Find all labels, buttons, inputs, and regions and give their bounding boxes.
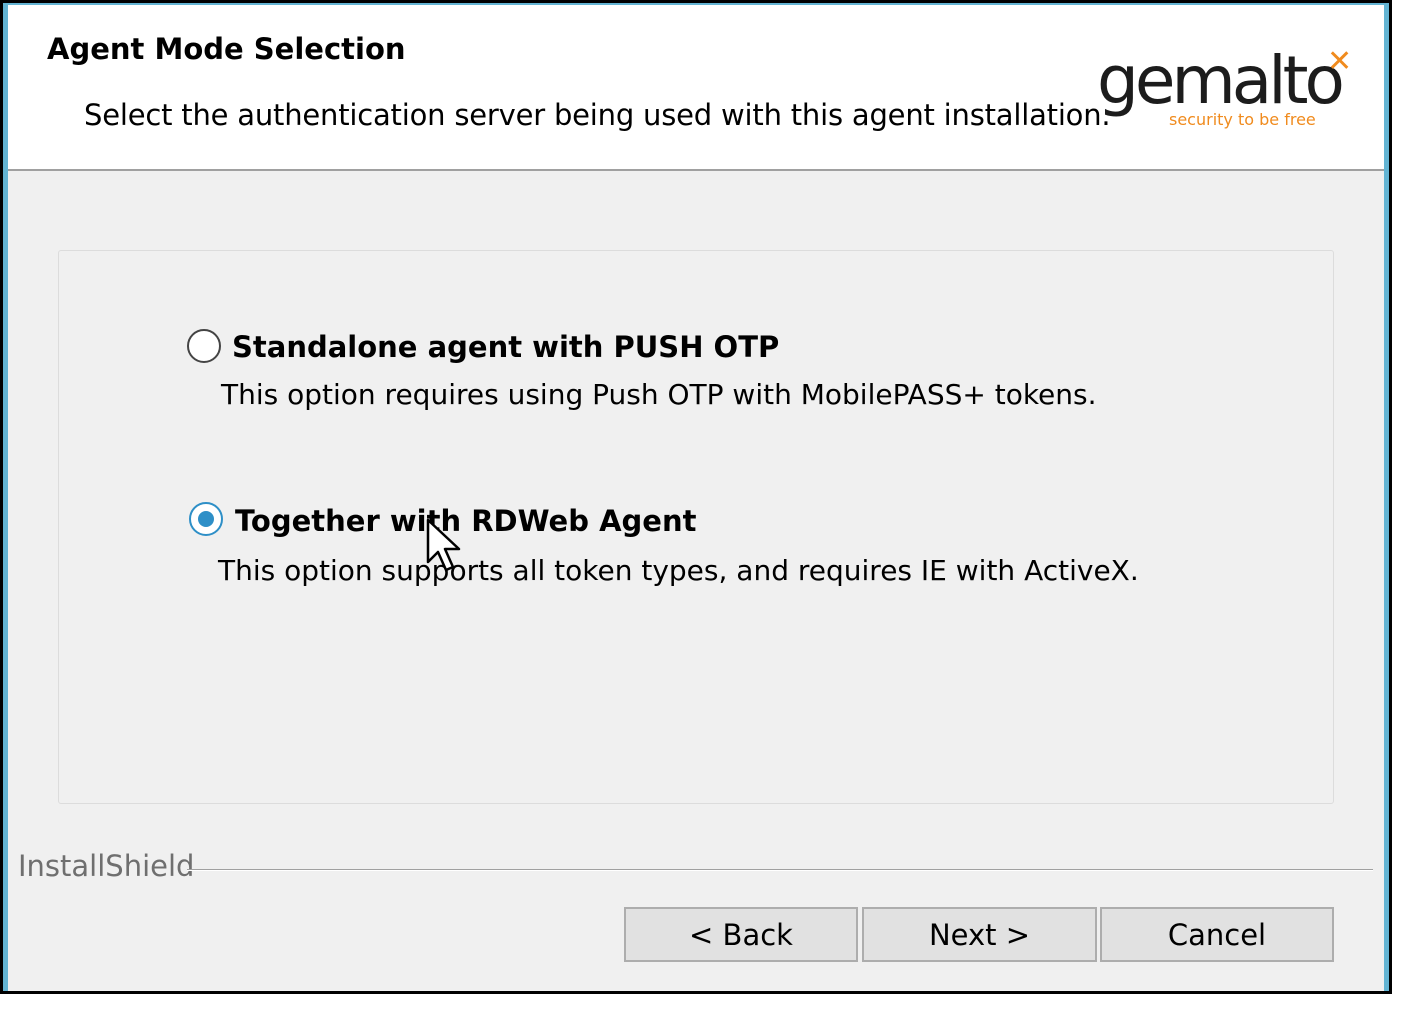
back-button[interactable]: < Back bbox=[624, 907, 858, 962]
page-title: Agent Mode Selection bbox=[47, 32, 406, 66]
radio-together-rdweb[interactable] bbox=[189, 502, 223, 536]
footer-divider bbox=[187, 869, 1373, 871]
gemalto-logo: gemalto ✕ security to be free bbox=[1097, 42, 1365, 148]
radio-standalone-push-otp[interactable] bbox=[187, 329, 221, 363]
option-description-rdweb: This option supports all token types, an… bbox=[218, 554, 1139, 587]
page-subtitle: Select the authentication server being u… bbox=[84, 98, 1111, 132]
logo-star-icon: ✕ bbox=[1327, 44, 1353, 79]
logo-tagline: security to be free bbox=[1169, 110, 1316, 129]
next-button[interactable]: Next > bbox=[862, 907, 1097, 962]
installshield-label: InstallShield bbox=[18, 849, 195, 883]
cancel-button[interactable]: Cancel bbox=[1100, 907, 1334, 962]
option-label-standalone[interactable]: Standalone agent with PUSH OTP bbox=[232, 330, 779, 364]
option-description-standalone: This option requires using Push OTP with… bbox=[221, 378, 1097, 411]
mouse-cursor-icon bbox=[426, 518, 461, 572]
logo-wordmark: gemalto bbox=[1097, 42, 1345, 119]
